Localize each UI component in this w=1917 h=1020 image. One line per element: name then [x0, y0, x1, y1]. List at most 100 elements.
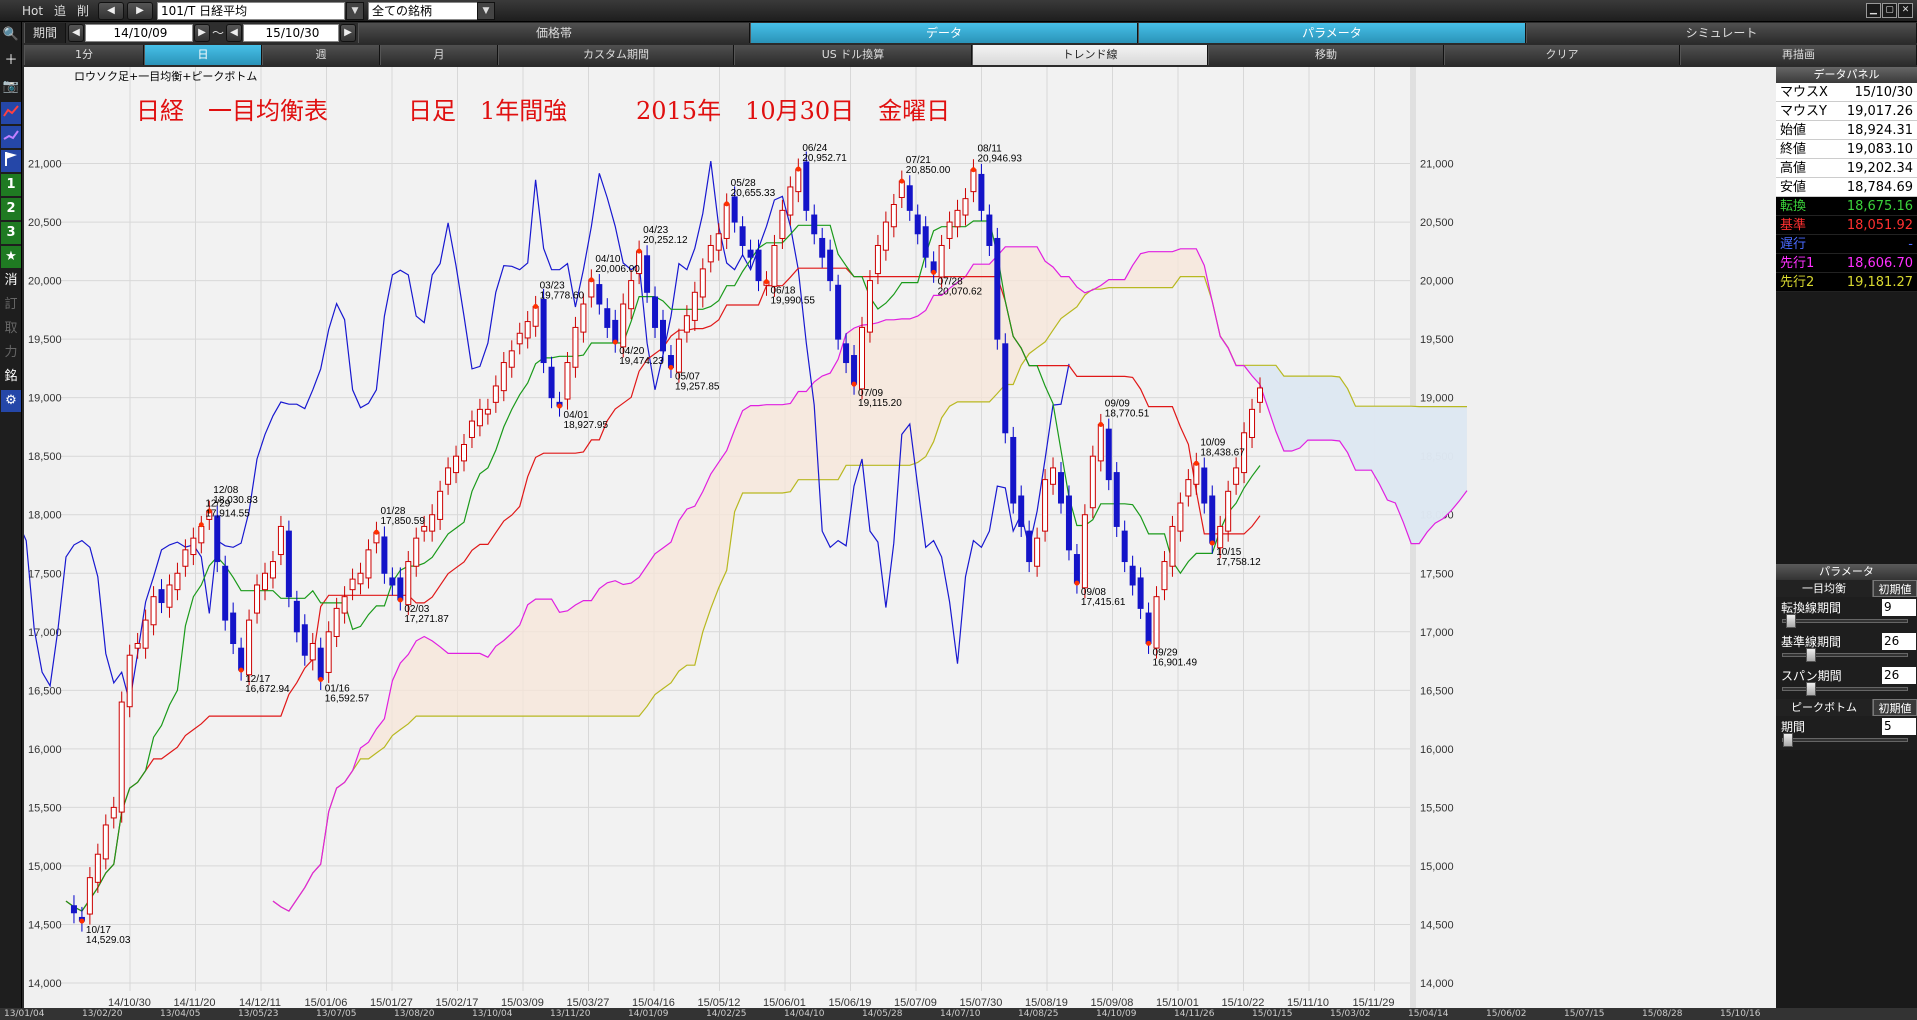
candle-body [787, 186, 794, 216]
minimize-icon[interactable]: ▁ [1866, 3, 1881, 18]
chart-line-icon[interactable] [1, 102, 21, 124]
peak-value-label: 20,655.33 [731, 188, 776, 199]
candle-body [1089, 455, 1096, 509]
filter-dropdown-icon[interactable]: ▼ [477, 2, 495, 20]
peak-marker [636, 248, 642, 254]
tab-price-band[interactable]: 価格帯 [358, 23, 750, 43]
correct-button[interactable]: 訂 [1, 294, 21, 316]
crosshair-icon[interactable]: ＋ [1, 50, 21, 72]
chart-area[interactable]: 14,000 14,000 14,500 14,500 15,000 15,000 15,5… [24, 67, 1776, 1020]
usd-convert-button[interactable]: US ドル換算 [734, 45, 972, 65]
candle-body [126, 654, 133, 708]
overview-date-label: 15/03/02 [1330, 1009, 1371, 1019]
prev-symbol-button[interactable]: ◀ [98, 2, 124, 20]
from-date-prev-icon[interactable]: ◀ [68, 24, 84, 42]
camera-icon[interactable]: 📷 [1, 76, 21, 98]
next-symbol-button[interactable]: ▶ [127, 2, 153, 20]
slider-knob[interactable] [1806, 648, 1817, 662]
from-date-next-icon[interactable]: ▶ [194, 24, 210, 42]
param-row: 転換線期間 9 [1776, 597, 1917, 631]
candle-body [389, 577, 396, 586]
peak-marker [1146, 640, 1152, 646]
candle-body [604, 308, 611, 328]
slider-knob[interactable] [1786, 614, 1797, 628]
ichimoku-row: 基準 18,051.92 [1776, 216, 1917, 235]
tab-simulate[interactable]: シミュレート [1526, 23, 1917, 43]
take-button[interactable]: 取 [1, 318, 21, 340]
tab-parameters[interactable]: パラメータ [1138, 23, 1526, 43]
param-value-input[interactable]: 9 [1882, 599, 1916, 616]
symbol-dropdown-icon[interactable]: ▼ [346, 2, 364, 20]
param-slider[interactable] [1782, 648, 1908, 662]
peak-marker [851, 381, 857, 387]
hot-button[interactable]: Hot [22, 2, 43, 20]
slider-knob[interactable] [1806, 682, 1817, 696]
ichimoku-reset-button[interactable]: 初期値 [1873, 580, 1917, 597]
favorite-star-icon[interactable]: ★ [1, 246, 21, 268]
param-value-input[interactable]: 5 [1882, 718, 1916, 735]
candle-body [86, 877, 93, 915]
candle-body [1113, 472, 1120, 527]
tab-monthly[interactable]: 月 [380, 45, 498, 65]
candle-body [906, 185, 913, 211]
to-date-prev-icon[interactable]: ◀ [226, 24, 242, 42]
candle-body [293, 600, 300, 633]
peak-marker [970, 167, 976, 173]
x-tick-label: 15/09/08 [1091, 997, 1134, 1008]
indicator-icon[interactable] [1, 126, 21, 148]
overview-date-label: 13/05/23 [238, 1009, 279, 1019]
candle-body [1225, 490, 1232, 532]
candle-body [962, 198, 969, 216]
data-row-label: 安値 [1780, 180, 1807, 195]
search-icon[interactable]: 🔍 [1, 24, 21, 46]
candle-body [914, 214, 921, 235]
overview-date-label: 15/06/02 [1486, 1009, 1527, 1019]
param-slider[interactable] [1782, 614, 1908, 628]
layout-3-button[interactable]: 3 [1, 222, 21, 244]
layout-1-button[interactable]: 1 [1, 174, 21, 196]
y-tick-label-left: 19,000 [28, 393, 62, 405]
candle-body [118, 701, 125, 813]
tab-data[interactable]: データ [750, 23, 1138, 43]
param-slider[interactable] [1782, 682, 1908, 696]
y-tick-label-left: 20,500 [28, 217, 62, 229]
maximize-icon[interactable]: ▢ [1882, 3, 1897, 18]
candle-body [986, 214, 993, 246]
close-icon[interactable]: ✕ [1898, 3, 1913, 18]
peak-reset-button[interactable]: 初期値 [1873, 699, 1917, 716]
tab-daily[interactable]: 日 [144, 45, 262, 65]
tab-custom-period[interactable]: カスタム期間 [498, 45, 734, 65]
erase-button[interactable]: 消 [1, 270, 21, 292]
add-button[interactable]: 追 [54, 2, 66, 20]
y-tick-label-right: 14,500 [1420, 919, 1454, 931]
overview-date-bar[interactable]: 13/01/04 13/02/20 13/04/05 13/05/23 13/07/05… [0, 1008, 1917, 1020]
redraw-button[interactable]: 再描画 [1680, 45, 1917, 65]
flag-icon[interactable] [1, 150, 21, 172]
move-button[interactable]: 移動 [1208, 45, 1444, 65]
slider-knob[interactable] [1783, 733, 1793, 747]
param-slider[interactable] [1782, 733, 1908, 747]
tab-weekly[interactable]: 週 [262, 45, 380, 65]
peak-value-label: 17,914.55 [205, 509, 250, 520]
settings-gear-icon[interactable]: ⚙ [1, 390, 21, 412]
tab-1min[interactable]: 1分 [24, 45, 144, 65]
candle-body [381, 536, 388, 574]
stock-filter-select[interactable]: 全ての銘柄 [368, 2, 495, 20]
param-value-input[interactable]: 26 [1882, 633, 1916, 650]
layout-2-button[interactable]: 2 [1, 198, 21, 220]
stock-list-button[interactable]: 銘 [1, 366, 21, 388]
ichimoku-row: 先行2 19,181.27 [1776, 273, 1917, 292]
candlestick-chart[interactable]: 14,000 14,000 14,500 14,500 15,000 15,000 15,5… [24, 67, 1776, 1008]
clear-button[interactable]: クリア [1444, 45, 1680, 65]
symbol-input[interactable]: 101/T 日経平均 [157, 2, 345, 20]
data-row: 始値 18,924.31 [1776, 121, 1917, 140]
trendline-button[interactable]: トレンド線 [972, 45, 1208, 65]
input-button[interactable]: 力 [1, 342, 21, 364]
candle-body [500, 362, 507, 392]
from-date-input[interactable]: 14/10/09 [85, 24, 193, 42]
param-value-input[interactable]: 26 [1882, 667, 1916, 684]
to-date-next-icon[interactable]: ▶ [340, 24, 356, 42]
candle-body [660, 319, 666, 352]
to-date-input[interactable]: 15/10/30 [243, 24, 339, 42]
delete-button[interactable]: 削 [77, 2, 89, 20]
